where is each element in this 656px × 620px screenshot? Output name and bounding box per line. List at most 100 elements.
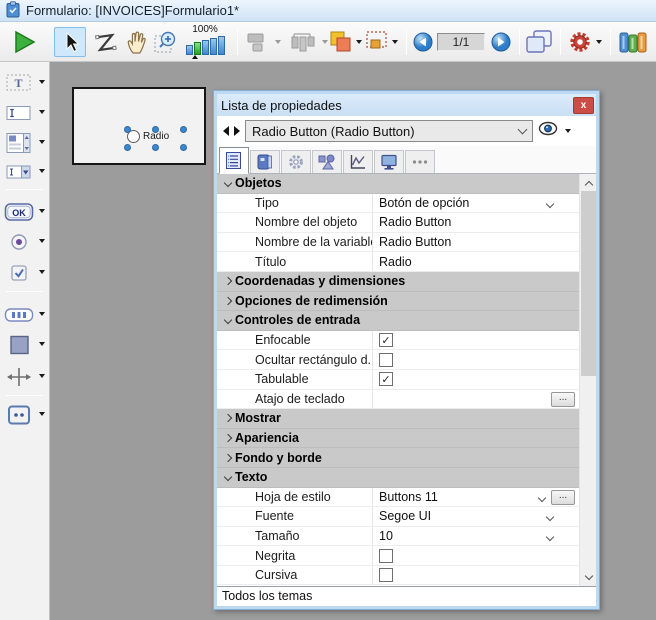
splitter-dropdown-arrow[interactable]: [39, 374, 45, 378]
page-forward-icon[interactable]: [490, 28, 512, 56]
radio-button-tool-icon[interactable]: [3, 229, 35, 255]
selection-handle[interactable]: [124, 144, 131, 151]
prev-object-icon[interactable]: [223, 126, 229, 136]
next-object-icon[interactable]: [234, 126, 240, 136]
scroll-up-icon[interactable]: [580, 174, 596, 191]
radio-button-dropdown-arrow[interactable]: [39, 239, 45, 243]
hoja-estilo-dropdown[interactable]: Buttons 11...: [372, 488, 579, 507]
pages-overview-icon[interactable]: [525, 28, 553, 56]
properties-panel-titlebar[interactable]: Lista de propiedades x: [217, 94, 596, 116]
chevron-down-icon: [546, 199, 554, 207]
scroll-down-icon[interactable]: [580, 569, 596, 586]
selection-handle[interactable]: [180, 144, 187, 151]
fuente-dropdown[interactable]: Segoe UI: [372, 507, 579, 526]
scrollbar-thumb[interactable]: [581, 191, 596, 376]
tab-chart[interactable]: [343, 150, 373, 173]
section-mostrar[interactable]: Mostrar: [217, 409, 579, 429]
combo-box-tool-icon[interactable]: [3, 159, 35, 185]
arrange-objects-icon[interactable]: [327, 28, 355, 56]
section-controles-entrada[interactable]: Controles de entrada: [217, 311, 579, 331]
grid-scrollbar[interactable]: [579, 174, 596, 586]
custom-control-tool-icon[interactable]: [3, 402, 35, 428]
toolbar-separator: [406, 29, 407, 55]
pan-tool-icon[interactable]: [122, 28, 150, 56]
arrange-dropdown-arrow[interactable]: [356, 40, 362, 44]
nombre-variable-value[interactable]: Radio Button: [372, 233, 579, 252]
form-canvas[interactable]: Radio: [72, 87, 206, 165]
panel-tabs: [217, 146, 596, 174]
property-row-enfocable: Enfocable ✓: [217, 331, 579, 351]
negrita-checkbox[interactable]: [379, 549, 393, 563]
tab-properties-list[interactable]: [219, 147, 249, 174]
select-objects-icon[interactable]: [364, 28, 392, 56]
tabulable-checkbox[interactable]: ✓: [379, 372, 393, 386]
list-box-tool-icon[interactable]: [3, 130, 35, 156]
zoom-level-control[interactable]: 100%: [182, 24, 228, 60]
frame-dropdown-arrow[interactable]: [39, 342, 45, 346]
selection-handle[interactable]: [152, 144, 159, 151]
visibility-eye-icon[interactable]: [538, 121, 560, 141]
section-redimension[interactable]: Opciones de redimensión: [217, 292, 579, 312]
list-box-dropdown-arrow[interactable]: [39, 140, 45, 144]
toolbar-separator: [6, 291, 43, 292]
property-row-titulo: Título Radio: [217, 252, 579, 272]
section-texto[interactable]: Texto: [217, 468, 579, 488]
page-back-icon[interactable]: [412, 28, 434, 56]
tab-display-monitor[interactable]: [374, 150, 404, 173]
run-icon[interactable]: [10, 28, 38, 56]
selection-handle[interactable]: [124, 126, 131, 133]
tamano-dropdown[interactable]: 10: [372, 527, 579, 546]
property-row-cursiva: Cursiva: [217, 566, 579, 586]
close-icon[interactable]: x: [573, 97, 594, 114]
window-titlebar[interactable]: Formulario: [INVOICES]Formulario1*: [0, 0, 656, 22]
align-dropdown-arrow[interactable]: [275, 40, 281, 44]
select-objects-dropdown-arrow[interactable]: [392, 40, 398, 44]
libraries-books-icon[interactable]: [616, 28, 650, 56]
button-bar-tool-icon[interactable]: [3, 302, 35, 328]
tipo-value-dropdown[interactable]: Botón de opción: [372, 194, 579, 213]
data-field-tool-icon[interactable]: [3, 100, 35, 126]
custom-control-dropdown-arrow[interactable]: [39, 412, 45, 416]
section-coordenadas[interactable]: Coordenadas y dimensiones: [217, 272, 579, 292]
tab-objects-shapes[interactable]: [312, 150, 342, 173]
static-text-dropdown-arrow[interactable]: [39, 80, 45, 84]
property-row-tipo: Tipo Botón de opción: [217, 194, 579, 214]
section-fondo-borde[interactable]: Fondo y borde: [217, 448, 579, 468]
check-box-dropdown-arrow[interactable]: [39, 270, 45, 274]
atajo-teclado-value[interactable]: ...: [372, 390, 579, 409]
ellipsis-button[interactable]: ...: [551, 392, 575, 407]
chevron-right-icon: [224, 277, 232, 285]
titulo-value[interactable]: Radio: [372, 252, 579, 271]
select-tool-icon[interactable]: [54, 27, 86, 57]
splitter-tool-icon[interactable]: [3, 364, 35, 390]
settings-dropdown-arrow[interactable]: [596, 40, 602, 44]
toolbar-separator: [6, 395, 43, 396]
selection-handle[interactable]: [152, 126, 159, 133]
cursiva-checkbox[interactable]: [379, 568, 393, 582]
visibility-dropdown-arrow[interactable]: [565, 129, 571, 133]
button-bar-dropdown-arrow[interactable]: [39, 312, 45, 316]
enfocable-checkbox[interactable]: ✓: [379, 333, 393, 347]
nombre-objeto-value[interactable]: Radio Button: [372, 213, 579, 232]
check-box-tool-icon[interactable]: [3, 260, 35, 286]
ocultar-rectangulo-checkbox[interactable]: [379, 353, 393, 367]
ellipsis-button[interactable]: ...: [551, 490, 575, 505]
data-field-dropdown-arrow[interactable]: [39, 110, 45, 114]
selection-handle[interactable]: [180, 126, 187, 133]
tab-events-book[interactable]: [250, 150, 280, 173]
section-apariencia[interactable]: Apariencia: [217, 429, 579, 449]
settings-gear-icon[interactable]: [566, 28, 594, 56]
tab-order-tool-icon[interactable]: [92, 28, 120, 56]
object-selector-dropdown[interactable]: Radio Button (Radio Button): [245, 120, 533, 142]
static-text-tool-icon[interactable]: T: [3, 70, 35, 96]
frame-tool-icon[interactable]: [3, 332, 35, 358]
combo-box-dropdown-arrow[interactable]: [39, 169, 45, 173]
section-objetos[interactable]: Objetos: [217, 174, 579, 194]
tab-settings-gear[interactable]: [281, 150, 311, 173]
push-button-dropdown-arrow[interactable]: [39, 209, 45, 213]
panel-status-bar: Todos los temas: [217, 586, 596, 606]
push-button-tool-icon[interactable]: OK: [3, 199, 35, 225]
zoom-tool-icon[interactable]: [152, 28, 180, 56]
zoom-level-bars-icon[interactable]: [182, 36, 228, 55]
tab-more-ellipsis[interactable]: [405, 150, 435, 173]
